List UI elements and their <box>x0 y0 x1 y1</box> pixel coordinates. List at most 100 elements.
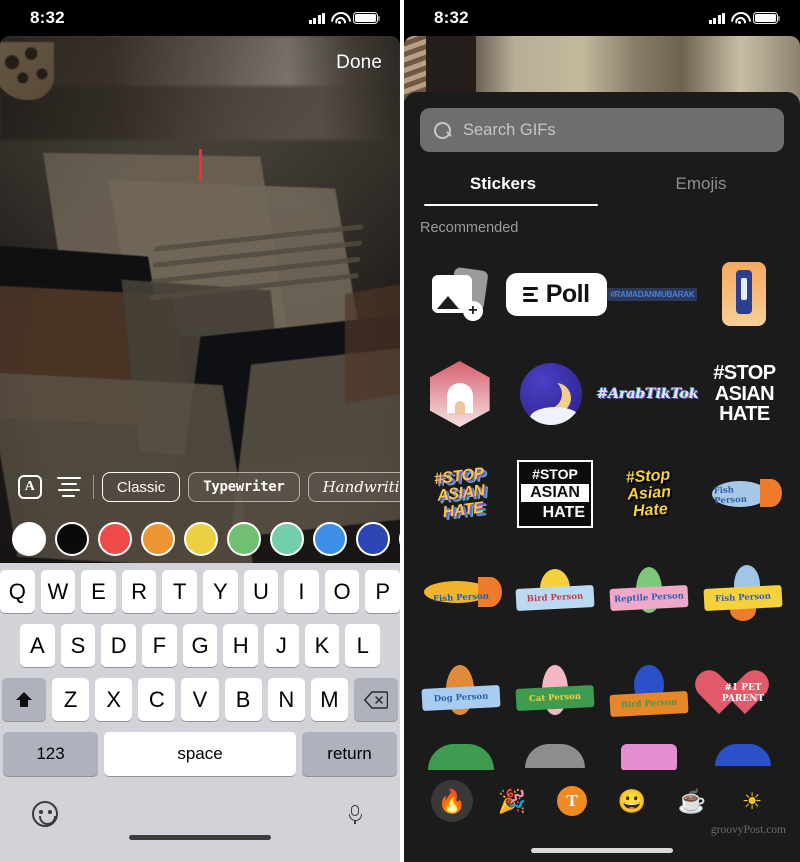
status-bar-left: 8:32 <box>0 0 400 36</box>
key-R[interactable]: R <box>121 570 157 613</box>
key-U[interactable]: U <box>243 570 279 613</box>
stop-asian-hate-box-sticker[interactable]: #STOP ASIAN HATE <box>508 444 602 544</box>
tab-stickers[interactable]: Stickers <box>404 166 602 206</box>
color-swatch-yellow[interactable] <box>184 522 218 556</box>
key-N[interactable]: N <box>267 678 305 721</box>
shift-arrow-icon <box>16 691 32 707</box>
status-bar-right: 8:32 <box>404 0 800 36</box>
sticker-label: #1 PET PARENT <box>721 683 765 704</box>
status-time: 8:32 <box>30 8 65 27</box>
backspace-icon <box>363 690 388 709</box>
arab-tiktok-sticker[interactable]: #ArabTikTok <box>597 344 699 444</box>
search-input[interactable]: Search GIFs <box>420 108 784 152</box>
key-J[interactable]: J <box>264 624 299 667</box>
sticker-label: Fish Person <box>713 485 748 507</box>
key-W[interactable]: W <box>40 570 76 613</box>
coffee-tab[interactable]: ☕ <box>662 780 722 822</box>
bird-person-yellow-sticker[interactable]: Bird Person <box>508 544 602 644</box>
sun-tab[interactable]: ☀ <box>722 780 782 822</box>
stop-asian-hate-yellow-sticker[interactable]: #Stop Asian Hate <box>602 444 696 544</box>
key-Q[interactable]: Q <box>0 570 35 613</box>
return-key[interactable]: return <box>302 732 397 776</box>
key-I[interactable]: I <box>284 570 319 613</box>
dog-person-sticker[interactable]: Dog Person <box>414 644 508 744</box>
toolbar-divider <box>93 475 94 499</box>
key-X[interactable]: X <box>95 678 133 721</box>
poll-sticker[interactable]: Poll <box>505 244 607 344</box>
key-T[interactable]: T <box>162 570 197 613</box>
key-H[interactable]: H <box>223 624 259 667</box>
party-popper-tab[interactable]: 🎉 <box>482 780 542 822</box>
key-A[interactable]: A <box>19 624 55 667</box>
tab-emojis[interactable]: Emojis <box>602 166 800 206</box>
cat-person-sticker[interactable]: Cat Person <box>508 644 602 744</box>
color-swatch-white[interactable] <box>12 522 46 556</box>
color-swatch-orange[interactable] <box>141 522 175 556</box>
sticker-label: Cat Person <box>515 684 595 712</box>
key-L[interactable]: L <box>345 624 381 667</box>
battery-icon <box>753 12 781 24</box>
emoji-keyboard-icon[interactable] <box>30 799 60 829</box>
sticker-label: Fish Person <box>703 584 783 612</box>
key-Z[interactable]: Z <box>52 678 90 721</box>
key-Y[interactable]: Y <box>203 570 238 613</box>
key-P[interactable]: P <box>365 570 400 613</box>
stop-asian-hate-retro-sticker[interactable]: #STOP ASIAN HATE <box>414 444 508 544</box>
sticker-picker-sheet: Search GIFs Stickers Emojis Recommended … <box>404 92 800 862</box>
done-button[interactable]: Done <box>336 52 382 74</box>
stop-asian-hate-plain-sticker[interactable]: #STOP ASIAN HATE <box>699 344 790 444</box>
key-F[interactable]: F <box>142 624 177 667</box>
key-B[interactable]: B <box>224 678 262 721</box>
sticker-row: Fish Person Bird Person Reptile Person F… <box>414 544 790 644</box>
numbers-key[interactable]: 123 <box>3 732 98 776</box>
sticker-label: Dog Person <box>421 684 501 712</box>
reptile-person-sticker[interactable]: Reptile Person <box>602 544 696 644</box>
color-swatch-red[interactable] <box>98 522 132 556</box>
delete-key[interactable] <box>353 678 398 721</box>
key-C[interactable]: C <box>138 678 176 721</box>
key-K[interactable]: K <box>304 624 340 667</box>
lantern-sticker[interactable] <box>698 244 790 344</box>
fish-person-orange-sticker[interactable]: Fish Person <box>414 544 508 644</box>
wifi-icon <box>331 12 347 24</box>
font-option-typewriter[interactable]: Typewriter <box>188 472 300 502</box>
text-tab[interactable]: T <box>542 780 602 822</box>
color-swatch-navy[interactable] <box>356 522 390 556</box>
trending-fire-tab[interactable]: 🔥 <box>422 780 482 822</box>
color-swatch-teal[interactable] <box>270 522 304 556</box>
microphone-icon[interactable] <box>340 799 370 829</box>
color-swatch-blue[interactable] <box>313 522 347 556</box>
keyboard-row-3: Z X C V B N M <box>0 678 400 721</box>
text-style-A-icon[interactable]: A <box>10 466 50 508</box>
bird-person-blue-sticker[interactable]: Bird Person <box>602 644 696 744</box>
font-option-classic[interactable]: Classic <box>101 472 181 502</box>
key-S[interactable]: S <box>60 624 96 667</box>
key-V[interactable]: V <box>181 678 219 721</box>
crescent-moon-sticker[interactable] <box>505 344 596 444</box>
ramadan-mubarak-text-sticker[interactable]: #RAMADANMUBARAK <box>607 244 699 344</box>
text-align-icon[interactable] <box>50 466 90 508</box>
add-image-sticker[interactable]: + <box>414 244 506 344</box>
smiley-tab[interactable]: 😀 <box>602 780 662 822</box>
color-swatch-green[interactable] <box>227 522 261 556</box>
keyboard-row-2: A S D F G H J K L <box>0 624 400 667</box>
color-swatch-purple[interactable] <box>399 522 400 556</box>
font-option-handwriting[interactable]: Handwriting <box>307 472 400 502</box>
color-swatch-black[interactable] <box>55 522 89 556</box>
keyboard-row-4: 123 space return <box>0 732 400 776</box>
sticker-label: Reptile Person <box>609 584 689 612</box>
key-M[interactable]: M <box>310 678 348 721</box>
fish-person-yellow-sticker[interactable]: Fish Person <box>696 544 790 644</box>
mosque-hexagon-sticker[interactable] <box>414 344 505 444</box>
status-icons <box>308 12 381 24</box>
screenshot-stage: 8:32 Done A Classic Typewriter Handwriti… <box>0 0 800 862</box>
key-G[interactable]: G <box>182 624 218 667</box>
key-O[interactable]: O <box>324 570 360 613</box>
fish-person-blue-sticker[interactable]: Fish Person <box>696 444 790 544</box>
key-D[interactable]: D <box>101 624 136 667</box>
shift-key[interactable] <box>2 678 46 721</box>
text-cursor <box>199 149 202 181</box>
pet-parent-sticker[interactable]: #1 PET PARENT <box>696 644 790 744</box>
key-E[interactable]: E <box>81 570 116 613</box>
space-key[interactable]: space <box>104 732 296 776</box>
